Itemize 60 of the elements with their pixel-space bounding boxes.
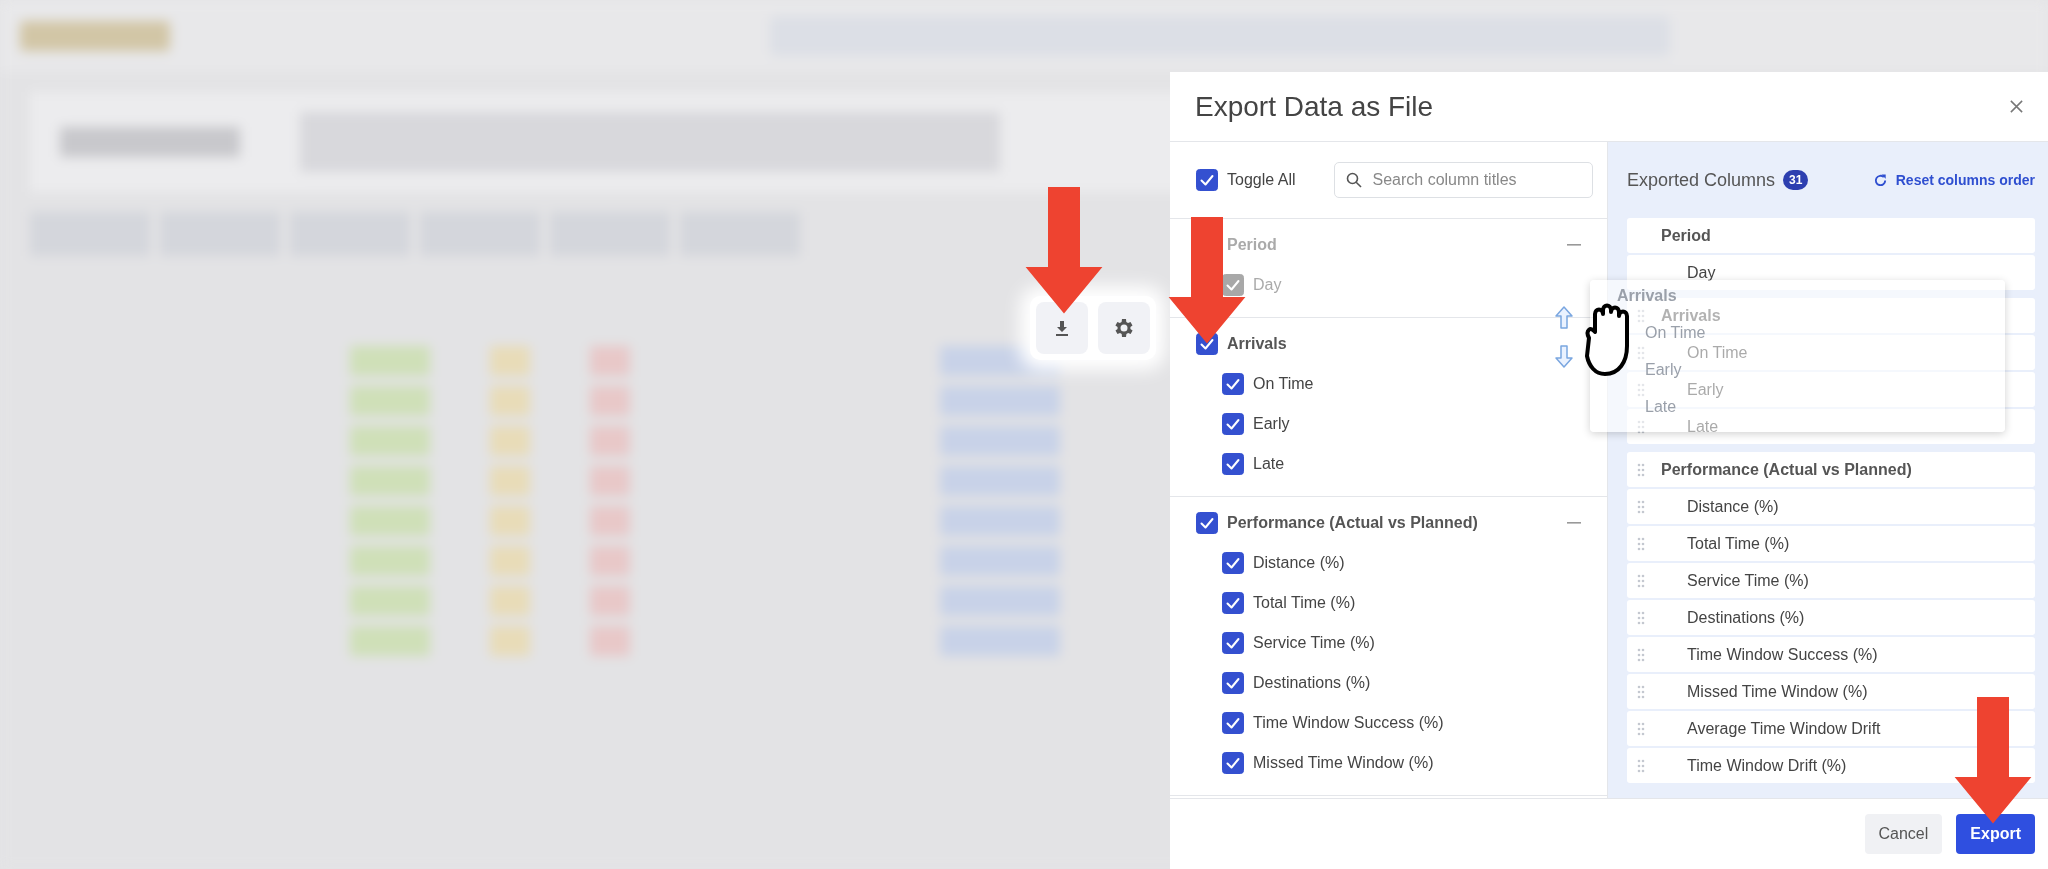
column-label[interactable]: Missed Time Window (%) [1253,754,1434,772]
drag-handle-icon[interactable] [1637,573,1645,588]
column-label[interactable]: Time Window Success (%) [1253,714,1444,732]
drag-handle-icon[interactable] [1637,382,1645,397]
refresh-icon[interactable] [1872,172,1888,188]
close-icon[interactable] [2009,99,2024,114]
checkbox[interactable] [1222,453,1244,475]
checkbox[interactable] [1222,752,1244,774]
toggle-all-label[interactable]: Toggle All [1227,171,1296,189]
drag-handle-icon[interactable] [1637,721,1645,736]
column-label[interactable]: Early [1253,415,1290,433]
checkbox[interactable] [1222,672,1244,694]
drag-handle-icon[interactable] [1637,647,1645,662]
column-label[interactable]: Service Time (%) [1253,634,1375,652]
settings-button[interactable] [1098,302,1150,354]
column-group-row[interactable]: Performance (Actual vs Planned) [1627,452,2035,487]
checkbox[interactable] [1222,592,1244,614]
reset-columns-link[interactable]: Reset columns order [1895,172,2035,188]
drag-handle-icon[interactable] [1637,419,1645,434]
drag-handle-icon[interactable] [1637,308,1645,323]
column-row[interactable]: Missed Time Window (%) [1627,674,2035,709]
checkbox[interactable] [1222,413,1244,435]
column-label[interactable]: Destinations (%) [1253,674,1371,692]
column-label[interactable]: Total Time (%) [1253,594,1356,612]
download-button[interactable] [1036,302,1088,354]
column-row[interactable]: Distance (%) [1627,489,2035,524]
cancel-button[interactable]: Cancel [1864,814,1943,854]
drag-handle-icon[interactable] [1637,536,1645,551]
count-badge: 31 [1783,170,1809,190]
exported-columns-title: Exported Columns [1627,169,1776,191]
search-icon [1345,172,1362,188]
drag-handle-icon[interactable] [1637,499,1645,514]
column-label[interactable]: Distance (%) [1253,554,1345,572]
column-label[interactable]: Late [1253,455,1285,473]
checkbox[interactable] [1196,169,1218,191]
column-row[interactable]: Average Time Window Drift [1627,711,2035,746]
drag-handle-icon[interactable] [1637,462,1645,477]
column-row[interactable]: Time Window Success (%) [1627,637,2035,672]
dialog-title: Export Data as File [1195,90,1434,123]
column-label[interactable]: On Time [1253,375,1314,393]
sort-arrows-icon [1552,305,1576,369]
checkbox[interactable] [1222,712,1244,734]
checkbox[interactable] [1222,373,1244,395]
column-row[interactable]: Total Time (%) [1627,526,2035,561]
group-title[interactable]: Performance (Actual vs Planned) [1227,514,1558,532]
column-row[interactable]: Destinations (%) [1627,600,2035,635]
group-title[interactable]: Arrivals [1227,335,1587,353]
checkbox[interactable] [1222,552,1244,574]
checkbox[interactable] [1196,512,1218,534]
export-button[interactable]: Export [1956,814,2035,854]
drag-handle-icon[interactable] [1637,684,1645,699]
drag-handle-icon[interactable] [1637,345,1645,360]
search-field[interactable]: Search column titles [1333,162,1593,198]
column-row[interactable]: Time Window Drift (%) [1627,748,2035,783]
drag-handle-icon[interactable] [1637,610,1645,625]
column-row[interactable]: Service Time (%) [1627,563,2035,598]
column-row[interactable]: Day [1627,255,2035,290]
checkbox[interactable] [1222,632,1244,654]
column-group-row[interactable]: Period [1627,218,2035,253]
drag-handle-icon[interactable] [1637,758,1645,773]
